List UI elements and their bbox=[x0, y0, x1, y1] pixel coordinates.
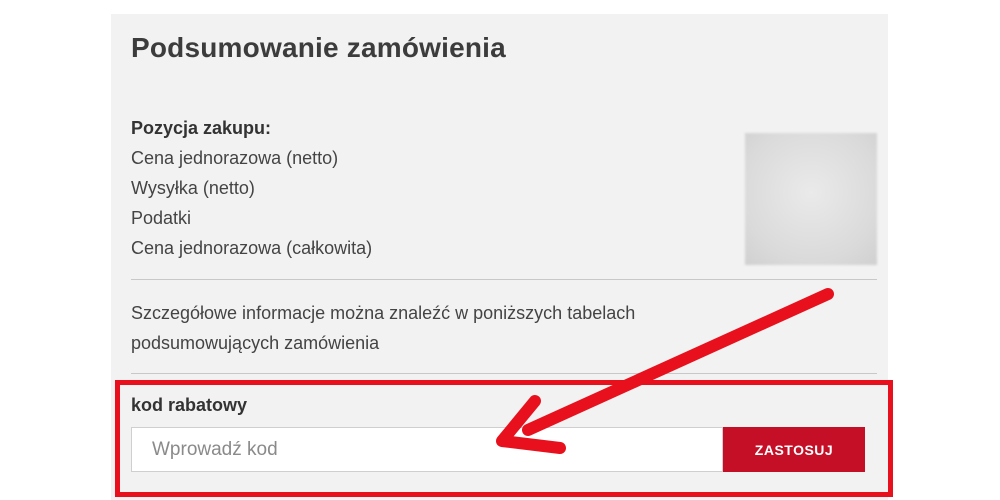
divider bbox=[131, 279, 877, 280]
info-text: Szczegółowe informacje można znaleźć w p… bbox=[131, 303, 636, 353]
product-image bbox=[745, 133, 877, 265]
order-summary-panel: Podsumowanie zamówienia Pozycja zakupu: … bbox=[111, 14, 888, 500]
shipping-net-label: Wysyłka (netto) bbox=[131, 178, 255, 198]
coupon-code-input[interactable] bbox=[131, 427, 723, 472]
purchase-item-heading: Pozycja zakupu: bbox=[131, 118, 272, 138]
coupon-code-label: kod rabatowy bbox=[131, 395, 248, 415]
one-time-price-net-label: Cena jednorazowa (netto) bbox=[131, 148, 339, 168]
apply-coupon-button[interactable]: ZASTOSUJ bbox=[723, 427, 865, 472]
page-title: Podsumowanie zamówienia bbox=[131, 32, 506, 63]
divider bbox=[131, 373, 877, 374]
taxes-label: Podatki bbox=[131, 208, 192, 228]
one-time-price-total-label: Cena jednorazowa (całkowita) bbox=[131, 238, 373, 258]
purchase-item-section: Pozycja zakupu: Cena jednorazowa (netto)… bbox=[131, 118, 731, 268]
